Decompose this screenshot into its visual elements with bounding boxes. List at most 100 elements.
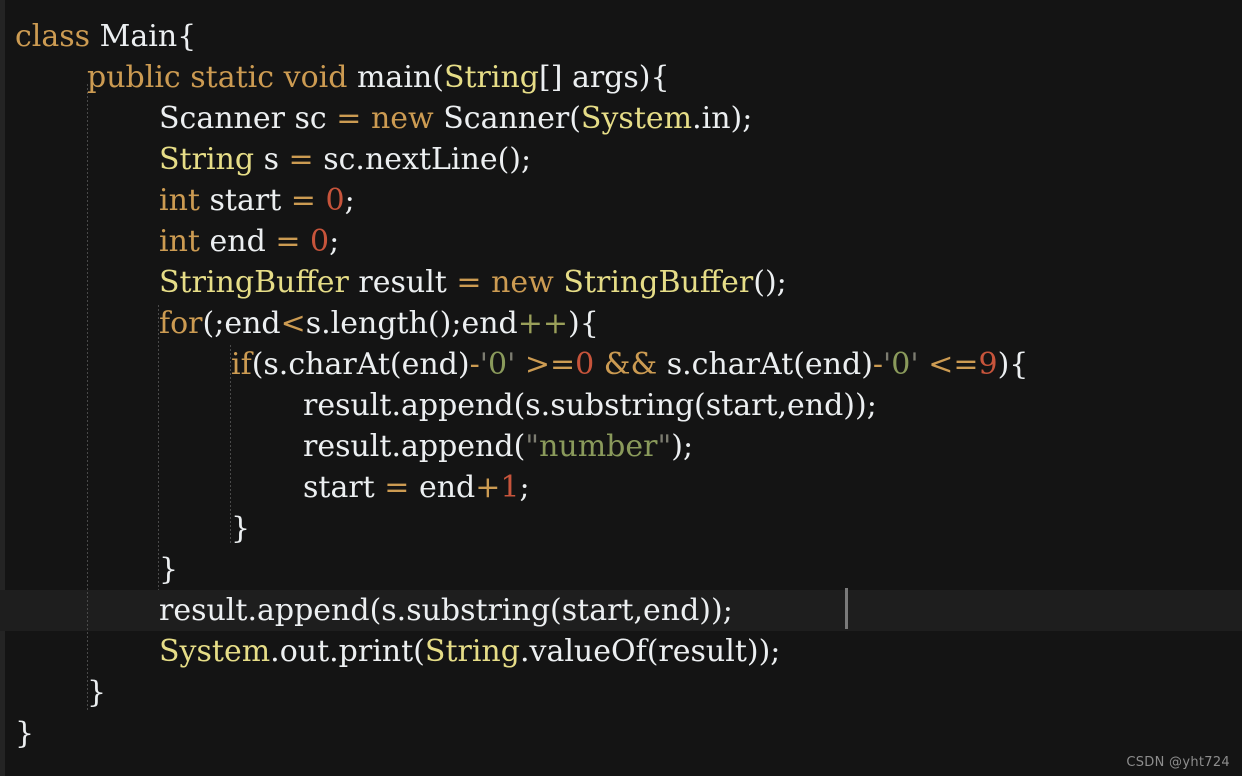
code-token: end — [409, 470, 476, 505]
code-token: 0 — [575, 347, 595, 382]
code-token: result.append(s.substring(start,end)); — [159, 593, 733, 628]
code-token: Main — [99, 19, 178, 54]
code-token: end — [199, 224, 276, 259]
code-token: String — [159, 142, 255, 177]
code-token: ; — [344, 183, 355, 218]
code-token: && — [603, 347, 658, 382]
code-token: .in); — [692, 101, 753, 136]
code-token: + — [475, 470, 501, 505]
code-token: ' — [910, 347, 919, 382]
code-line[interactable]: } — [159, 549, 178, 590]
code-line[interactable]: if(s.charAt(end)-'0' >=0 && s.charAt(end… — [231, 344, 1028, 385]
code-token: main( — [356, 60, 444, 95]
code-token: .valueOf(result)); — [519, 634, 781, 669]
code-line[interactable]: Scanner sc = new Scanner(System.in); — [159, 98, 752, 139]
code-token: String — [424, 634, 520, 669]
code-token: } — [159, 552, 179, 587]
code-editor[interactable]: class Main{public static void main(Strin… — [0, 0, 1242, 776]
code-token: = — [275, 224, 301, 259]
code-token: = — [384, 470, 410, 505]
code-token: (;end — [202, 306, 281, 341]
code-line[interactable]: } — [15, 713, 34, 754]
code-line[interactable]: result.append("number"); — [303, 426, 693, 467]
code-token: } — [87, 675, 107, 710]
code-line[interactable]: result.append(s.substring(start,end)); — [303, 385, 877, 426]
code-token: " — [525, 429, 540, 464]
code-token: - — [872, 347, 884, 382]
code-token: String — [443, 60, 540, 95]
code-token: int — [159, 224, 200, 259]
code-token: ){ — [568, 306, 599, 341]
code-token: - — [469, 347, 480, 382]
code-token: 0 — [310, 224, 330, 259]
code-token: s.charAt(end) — [657, 347, 873, 382]
code-token: start — [303, 470, 385, 505]
watermark-label: CSDN @yht724 — [1126, 755, 1230, 770]
code-token: int — [159, 183, 200, 218]
code-token: = — [336, 101, 362, 136]
code-line[interactable]: System.out.print(String.valueOf(result))… — [159, 631, 780, 672]
code-text-surface[interactable]: class Main{public static void main(Strin… — [0, 0, 1242, 776]
code-token: result — [348, 265, 457, 300]
code-token: for — [159, 306, 203, 341]
code-token: s — [254, 142, 289, 177]
code-token: class — [15, 19, 91, 54]
code-line[interactable]: public static void main(String[] args){ — [87, 57, 670, 98]
code-token: static — [190, 60, 275, 95]
code-token: 0 — [891, 347, 911, 382]
code-line[interactable]: int end = 0; — [159, 221, 339, 262]
code-token: = — [290, 183, 316, 218]
code-token: ' — [479, 347, 488, 382]
code-token: <= — [928, 347, 979, 382]
code-token: result.append(s.substring(start,end)); — [303, 388, 877, 423]
code-token: ++ — [517, 306, 569, 341]
code-token: ); — [671, 429, 694, 464]
code-line[interactable]: for(;end<s.length();end++){ — [159, 303, 599, 344]
code-token: (s.charAt(end) — [251, 347, 470, 382]
code-token: (); — [753, 265, 787, 300]
code-token: " — [657, 429, 672, 464]
code-token: sc.nextLine(); — [313, 142, 532, 177]
code-token: result.append( — [303, 429, 526, 464]
code-line[interactable]: int start = 0; — [159, 180, 355, 221]
code-line[interactable]: result.append(s.substring(start,end)); — [159, 590, 733, 631]
code-token: = — [456, 265, 482, 300]
code-line[interactable]: } — [87, 672, 106, 713]
text-caret — [845, 588, 848, 629]
code-token: ; — [519, 470, 530, 505]
code-token: Scanner( — [433, 101, 581, 136]
code-line[interactable]: } — [231, 508, 250, 549]
code-token: start — [199, 183, 291, 218]
code-line[interactable]: class Main{ — [15, 16, 196, 57]
code-token: = — [288, 142, 314, 177]
code-line[interactable]: StringBuffer result = new StringBuffer()… — [159, 262, 787, 303]
code-token: } — [231, 511, 251, 546]
code-token: 1 — [500, 470, 520, 505]
code-token: void — [283, 60, 348, 95]
code-token: StringBuffer — [563, 265, 754, 300]
code-token: new — [370, 101, 434, 136]
code-token: ; — [329, 224, 340, 259]
code-token: 0 — [325, 183, 345, 218]
code-line[interactable]: String s = sc.nextLine(); — [159, 139, 531, 180]
code-token: } — [15, 716, 35, 751]
code-token: ){ — [997, 347, 1029, 382]
code-token: StringBuffer — [159, 265, 349, 300]
code-token: < — [280, 306, 306, 341]
code-token: System — [159, 634, 271, 669]
code-token: .out.print( — [270, 634, 425, 669]
code-line[interactable]: start = end+1; — [303, 467, 530, 508]
code-token: [] args){ — [539, 60, 670, 95]
code-token: >= — [524, 347, 576, 382]
code-token: Scanner sc — [159, 101, 337, 136]
code-token: System — [580, 101, 693, 136]
code-token: { — [177, 19, 197, 54]
